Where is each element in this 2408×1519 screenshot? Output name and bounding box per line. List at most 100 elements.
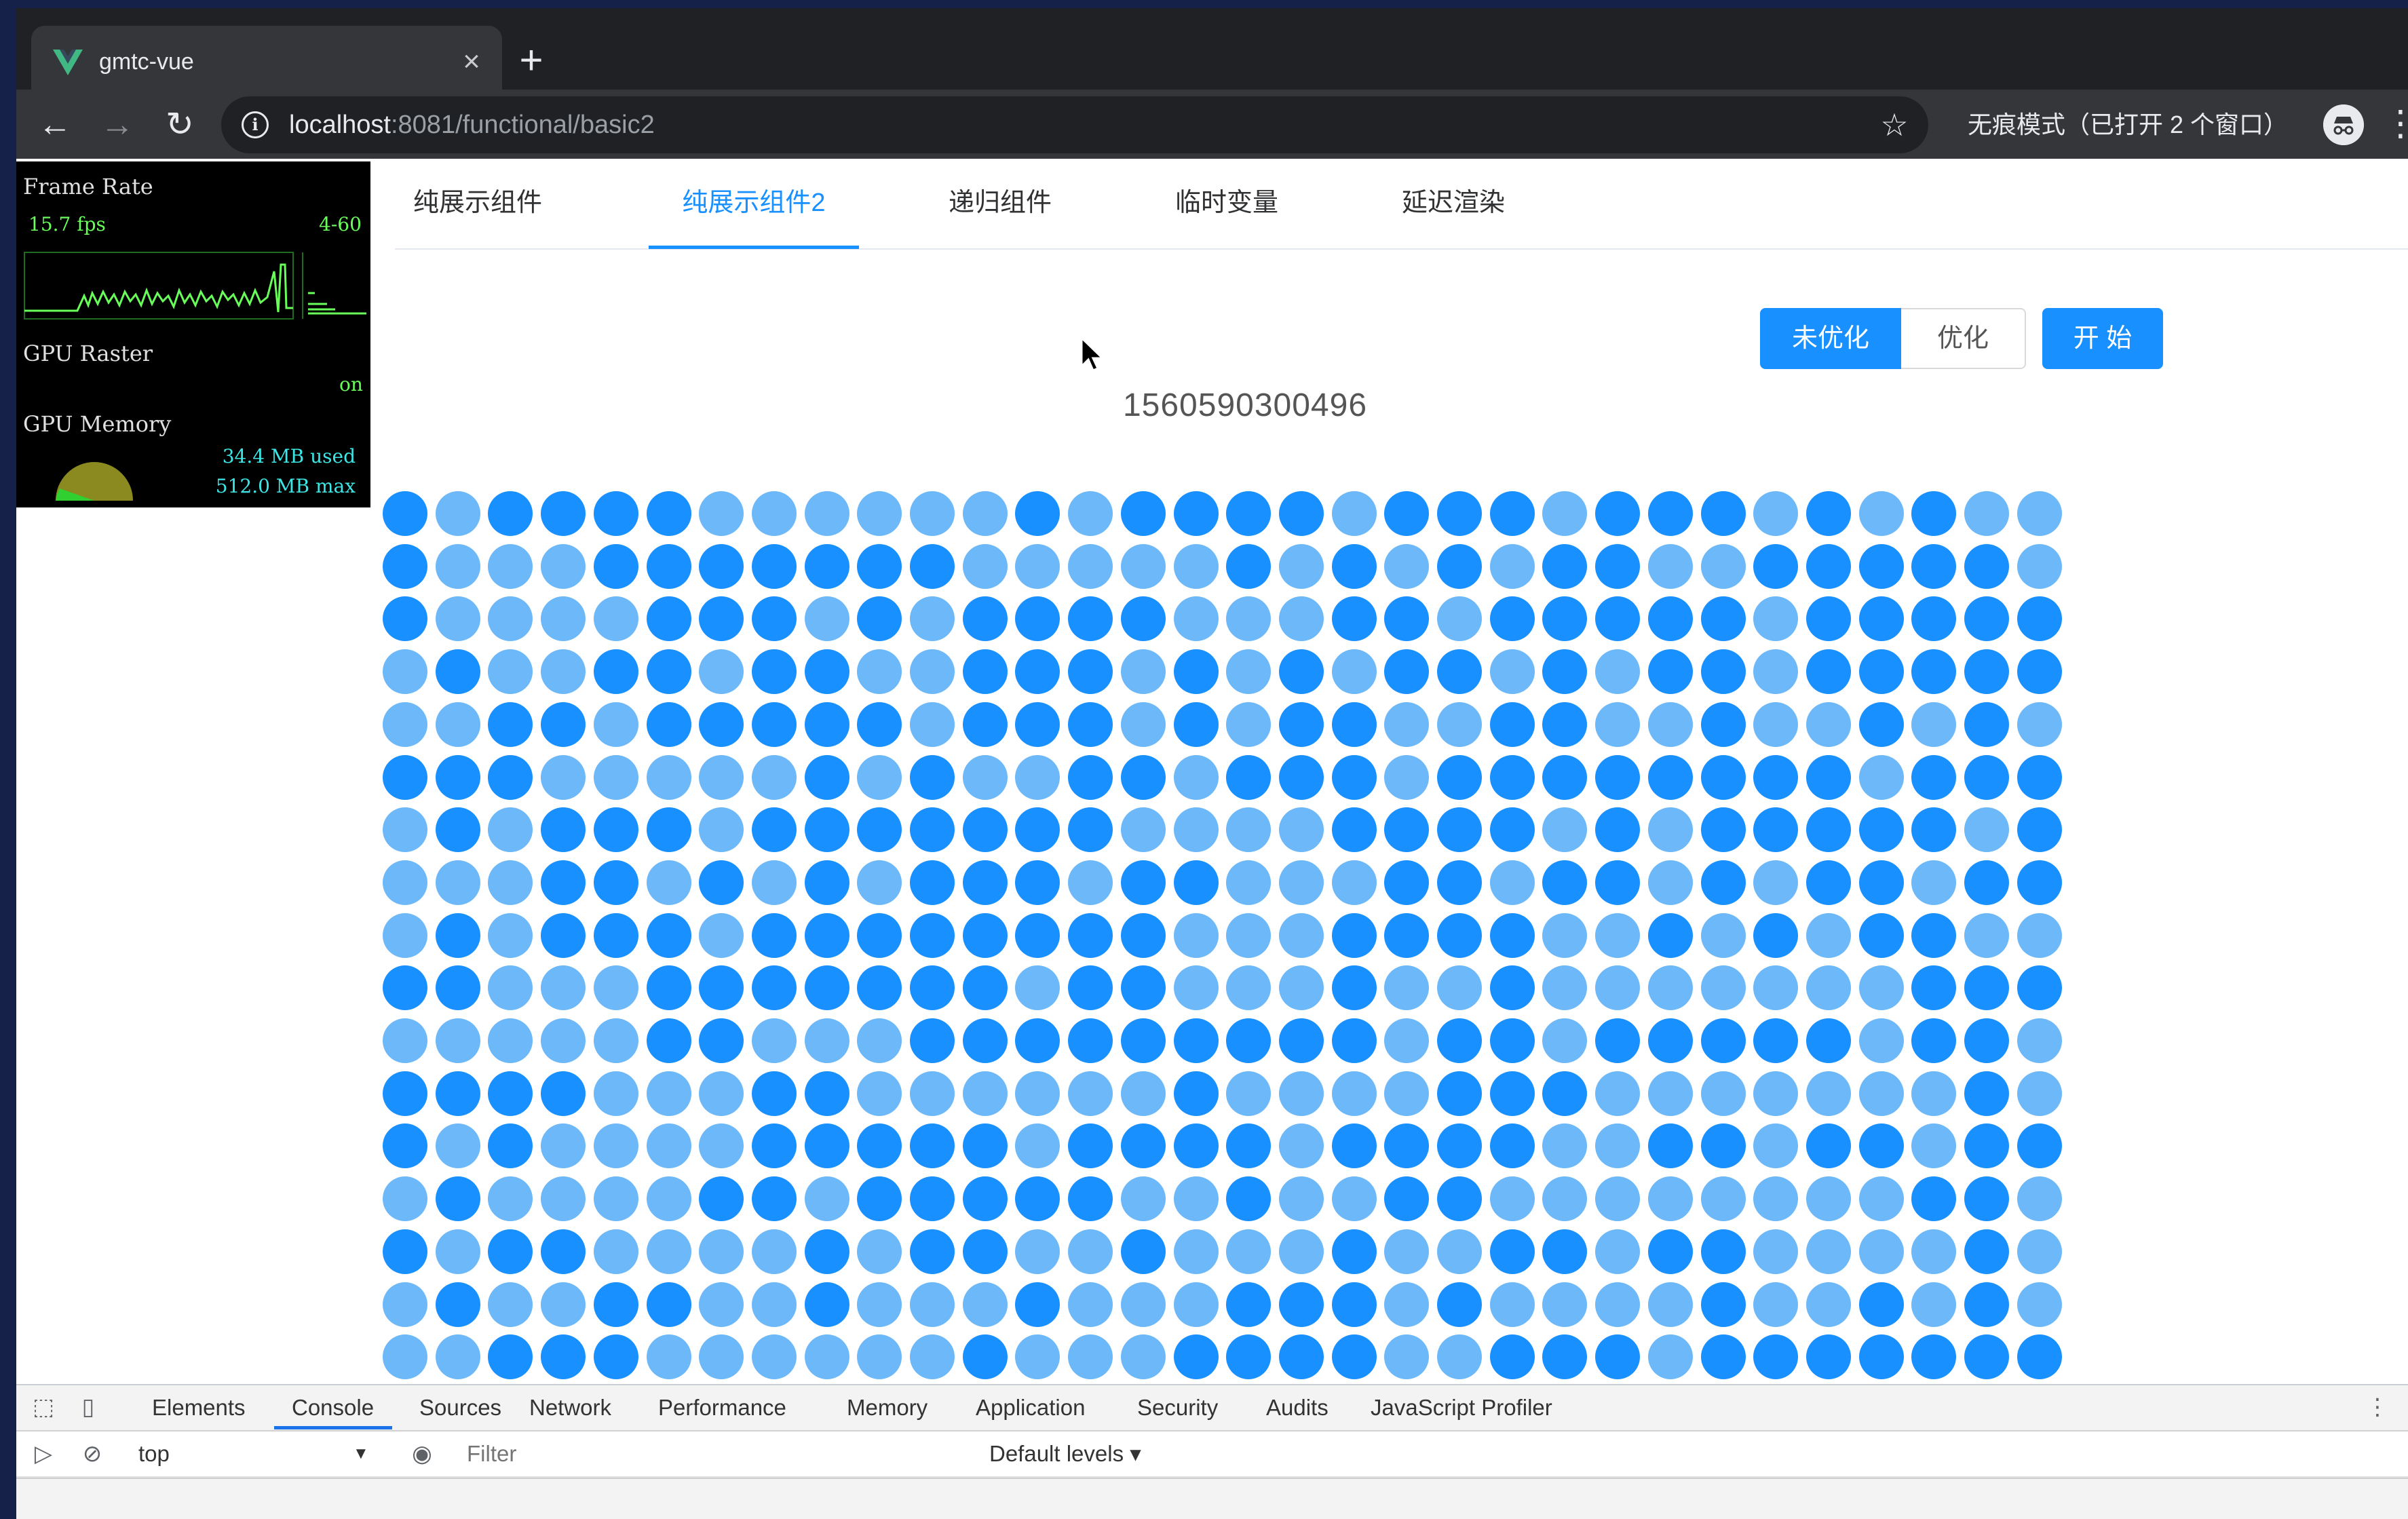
- grid-dot: [1911, 1018, 1956, 1063]
- grid-dot: [488, 1071, 533, 1116]
- devtools-tab-security[interactable]: Security: [1137, 1385, 1218, 1430]
- incognito-icon[interactable]: [2323, 104, 2364, 145]
- device-toolbar-icon[interactable]: ▯: [75, 1393, 102, 1421]
- grid-dot: [436, 702, 480, 747]
- grid-dot: [1437, 649, 1482, 694]
- devtools-tab-elements[interactable]: Elements: [152, 1385, 246, 1430]
- grid-dot: [594, 491, 638, 536]
- grid-dot: [436, 860, 480, 905]
- tab-pure-display[interactable]: 纯展示组件: [407, 159, 548, 248]
- grid-dot: [1911, 860, 1956, 905]
- devtools-tab-network[interactable]: Network: [529, 1385, 611, 1430]
- log-levels-select[interactable]: Default levels ▾: [989, 1431, 1141, 1476]
- grid-dot: [1068, 965, 1113, 1010]
- grid-dot: [1015, 544, 1060, 589]
- tab-deferred-render[interactable]: 延迟渲染: [1399, 159, 1508, 248]
- grid-dot: [1753, 1229, 1798, 1274]
- grid-dot: [1542, 1123, 1587, 1168]
- grid-dot: [805, 1229, 849, 1274]
- grid-dot: [1648, 965, 1693, 1010]
- grid-dot: [1964, 755, 2009, 800]
- grid-dot: [1437, 755, 1482, 800]
- site-info-icon[interactable]: i: [242, 111, 269, 138]
- grid-dot: [1174, 807, 1219, 852]
- devtools-tab-audits[interactable]: Audits: [1266, 1385, 1329, 1430]
- grid-dot: [1015, 755, 1060, 800]
- tab-recursive[interactable]: 递归组件: [947, 159, 1053, 248]
- grid-dot: [1701, 649, 1746, 694]
- devtools-tab-performance[interactable]: Performance: [658, 1385, 786, 1430]
- grid-dot: [1490, 491, 1535, 536]
- grid-dot: [1490, 596, 1535, 641]
- grid-dot: [805, 1123, 849, 1168]
- forward-icon[interactable]: →: [95, 102, 140, 147]
- grid-dot: [1279, 1071, 1324, 1116]
- devtools-tab-application[interactable]: Application: [976, 1385, 1085, 1430]
- grid-dot: [699, 649, 744, 694]
- optimized-button[interactable]: 优化: [1901, 308, 2026, 369]
- grid-dot: [1595, 807, 1640, 852]
- new-tab-button[interactable]: +: [508, 38, 555, 85]
- grid-dot: [1701, 702, 1746, 747]
- grid-dot: [963, 1123, 1008, 1168]
- grid-dot: [1279, 1123, 1324, 1168]
- console-filter-input[interactable]: [460, 1437, 969, 1471]
- grid-dot: [1859, 1229, 1904, 1274]
- grid-dot: [541, 1334, 586, 1379]
- grid-dot: [1542, 755, 1587, 800]
- grid-dot: [541, 491, 586, 536]
- grid-dot: [1542, 544, 1587, 589]
- grid-dot: [1859, 755, 1904, 800]
- grid-dot: [488, 860, 533, 905]
- browser-tab[interactable]: gmtc-vue ×: [31, 26, 502, 98]
- tab-close-icon[interactable]: ×: [455, 45, 489, 79]
- grid-dot: [1701, 1334, 1746, 1379]
- grid-dot: [1648, 1282, 1693, 1327]
- grid-dot: [1701, 1176, 1746, 1221]
- grid-dot: [2017, 1282, 2062, 1327]
- tab-temp-variable[interactable]: 临时变量: [1172, 159, 1281, 248]
- grid-dot: [1806, 596, 1851, 641]
- grid-dot: [1068, 755, 1113, 800]
- more-menu-icon[interactable]: ⋮: [2383, 103, 2408, 147]
- grid-dot: [752, 1123, 797, 1168]
- grid-dot: [1384, 807, 1429, 852]
- grid-dot: [488, 1229, 533, 1274]
- tab-pure-display-2[interactable]: 纯展示组件2: [649, 159, 859, 248]
- context-select[interactable]: top ▼: [138, 1431, 369, 1476]
- reload-icon[interactable]: ↻: [157, 102, 202, 147]
- devtools-tab-console[interactable]: Console: [292, 1385, 374, 1430]
- grid-dot: [1595, 755, 1640, 800]
- url-text[interactable]: localhost:8081/functional/basic2: [289, 111, 1874, 140]
- grid-dot: [963, 860, 1008, 905]
- grid-dot: [1226, 913, 1271, 958]
- grid-dot: [2017, 913, 2062, 958]
- grid-dot: [1753, 965, 1798, 1010]
- grid-dot: [436, 649, 480, 694]
- vue-logo-icon: [53, 50, 83, 75]
- show-sidebar-icon[interactable]: ▷: [30, 1440, 57, 1467]
- grid-dot: [1015, 807, 1060, 852]
- bookmark-star-icon[interactable]: ☆: [1874, 104, 1915, 145]
- inspect-element-icon[interactable]: ⬚: [30, 1393, 57, 1421]
- grid-dot: [1015, 1176, 1060, 1221]
- start-button[interactable]: 开 始: [2042, 308, 2163, 369]
- live-expression-eye-icon[interactable]: ◉: [408, 1440, 436, 1467]
- grid-dot: [383, 965, 427, 1010]
- grid-dot: [541, 1229, 586, 1274]
- address-bar[interactable]: i localhost:8081/functional/basic2 ☆: [221, 96, 1928, 153]
- grid-dot: [1174, 965, 1219, 1010]
- devtools-tab-memory[interactable]: Memory: [847, 1385, 928, 1430]
- grid-dot: [1174, 860, 1219, 905]
- devtools-tab-sources[interactable]: Sources: [419, 1385, 501, 1430]
- grid-dot: [1332, 807, 1377, 852]
- grid-dot: [541, 860, 586, 905]
- devtools-tab-javascript-profiler[interactable]: JavaScript Profiler: [1371, 1385, 1552, 1430]
- grid-dot: [1015, 1229, 1060, 1274]
- grid-dot: [488, 1018, 533, 1063]
- clear-console-icon[interactable]: ⊘: [79, 1440, 106, 1467]
- back-icon[interactable]: ←: [33, 102, 77, 147]
- unoptimized-button[interactable]: 未优化: [1760, 308, 1901, 369]
- devtools-menu-icon[interactable]: ⋮: [2364, 1393, 2391, 1421]
- grid-dot: [1437, 807, 1482, 852]
